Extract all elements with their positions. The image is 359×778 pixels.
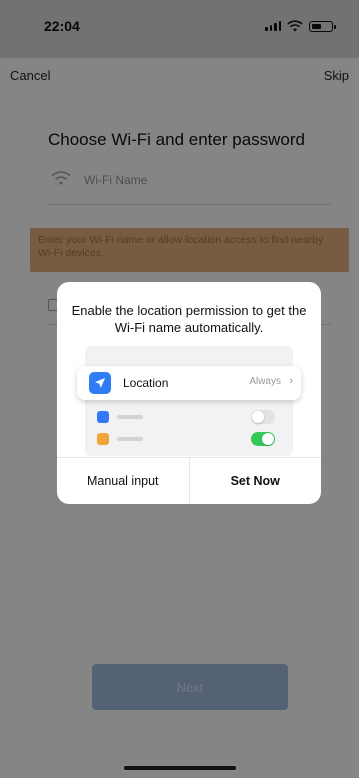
- location-setting-row: Location Always ›: [77, 366, 301, 400]
- manual-input-button[interactable]: Manual input: [57, 458, 190, 504]
- placeholder-text-bar: [117, 415, 143, 419]
- location-value: Always: [249, 376, 281, 387]
- toggle-on: [251, 432, 275, 446]
- location-arrow-icon: [89, 372, 111, 394]
- settings-row: [97, 430, 281, 448]
- chevron-right-icon: ›: [289, 375, 293, 387]
- location-permission-dialog: Enable the location permission to get th…: [57, 282, 321, 504]
- home-indicator[interactable]: [124, 766, 236, 770]
- screen: 22:04 Cancel Skip Choose Wi-Fi and enter…: [0, 0, 359, 778]
- location-label: Location: [123, 376, 169, 390]
- settings-illustration: Location Always ›: [77, 346, 301, 456]
- bluetooth-setting-row: [97, 408, 281, 426]
- placeholder-text-bar: [117, 437, 143, 441]
- bluetooth-icon: [97, 411, 109, 423]
- set-now-button[interactable]: Set Now: [190, 458, 322, 504]
- toggle-off: [251, 410, 275, 424]
- dialog-actions: Manual input Set Now: [57, 457, 321, 504]
- dialog-title: Enable the location permission to get th…: [71, 303, 307, 335]
- settings-gear-icon: [97, 433, 109, 445]
